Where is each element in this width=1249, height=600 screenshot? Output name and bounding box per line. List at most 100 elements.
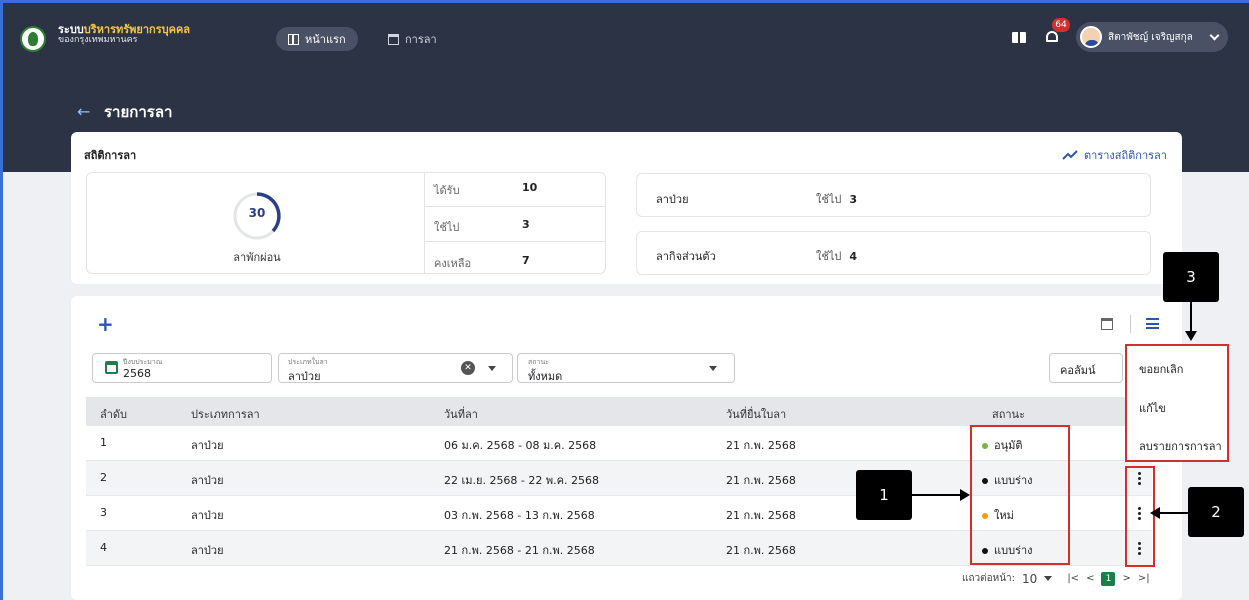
row-no: 2 xyxy=(100,471,107,484)
vacation-label: ลาพักผ่อน xyxy=(233,251,281,264)
sick-leave-name: ลาป่วย xyxy=(656,193,689,206)
status-highlight-box xyxy=(970,425,1070,565)
user-menu-button[interactable]: สิตาพัชญ์ เจริญสกุล xyxy=(1076,22,1228,52)
nav-leave-label: การลา xyxy=(405,33,437,46)
row-type: ลาป่วย xyxy=(191,474,224,487)
stats-link-label: ตารางสถิติการลา xyxy=(1084,149,1167,162)
rows-per-page-select[interactable]: 10 xyxy=(1022,572,1037,586)
arrow-3 xyxy=(1190,302,1192,332)
calendar-view-icon[interactable] xyxy=(1101,318,1113,330)
brand-highlight: บริหารทรัพยากรบุคคล xyxy=(83,23,191,36)
calendar-icon[interactable] xyxy=(105,361,118,374)
user-name: สิตาพัชญ์ เจริญสกุล xyxy=(1108,31,1193,43)
arrow-left-icon[interactable]: ← xyxy=(77,102,90,121)
nav-home-label: หน้าแรก xyxy=(305,33,346,46)
app-brand[interactable]: ระบบบริหารทรัพยากรบุคคล ของกรุงเทพมหานคร xyxy=(58,23,191,46)
divider xyxy=(1130,315,1131,333)
nav-leave-button[interactable]: การลา xyxy=(388,27,437,51)
add-leave-button[interactable]: + xyxy=(97,312,114,336)
vacation-days: 30 xyxy=(248,206,266,220)
received-value: 10 xyxy=(522,181,538,194)
calendar-icon xyxy=(388,33,399,45)
row-dates: 06 ม.ค. 2568 - 08 ม.ค. 2568 xyxy=(444,439,597,452)
remaining-value: 7 xyxy=(522,254,530,267)
arrow-3-head xyxy=(1185,331,1197,341)
row-type: ลาป่วย xyxy=(191,509,224,522)
prev-page-icon[interactable]: < xyxy=(1086,573,1094,584)
personal-used-label: ใช้ไป xyxy=(816,250,842,263)
col-dates: วันที่ลา xyxy=(444,408,478,421)
arrow-1 xyxy=(912,494,962,496)
rows-per-page-label: แถวต่อหน้า: xyxy=(962,573,1016,584)
last-page-icon[interactable]: >| xyxy=(1138,573,1150,584)
nav-home-button[interactable]: หน้าแรก xyxy=(276,27,358,51)
col-type: ประเภทการลา xyxy=(191,408,260,421)
col-status: สถานะ xyxy=(992,408,1025,421)
col-no: ลำดับ xyxy=(100,408,128,421)
divider xyxy=(424,172,425,274)
stats-table-link[interactable]: ตารางสถิติการลา xyxy=(1062,146,1167,164)
sick-used-value: 3 xyxy=(849,193,858,206)
list-view-icon[interactable] xyxy=(1146,318,1159,329)
row-action-menu: ขอยกเลิก แก้ไข ลบรายการการลา xyxy=(1125,344,1229,462)
window-edge xyxy=(0,0,1249,3)
callout-3: 3 xyxy=(1163,252,1219,302)
sick-leave-box xyxy=(636,173,1151,217)
brand-prefix: ระบบ xyxy=(58,23,84,36)
arrow-2 xyxy=(1160,512,1190,514)
clear-icon[interactable]: ✕ xyxy=(461,361,475,375)
row-type: ลาป่วย xyxy=(191,544,224,557)
col-submitted: วันที่ยื่นใบลา xyxy=(726,408,787,421)
row-no: 4 xyxy=(100,541,107,554)
bma-logo-icon[interactable] xyxy=(20,26,46,52)
row-submitted: 21 ก.พ. 2568 xyxy=(726,544,796,557)
trending-up-icon xyxy=(1062,150,1078,160)
page-title: รายการลา xyxy=(104,103,173,121)
row-dates: 22 เม.ย. 2568 - 22 พ.ค. 2568 xyxy=(444,474,599,487)
arrow-2-head xyxy=(1150,507,1160,519)
used-label: ใช้ไป xyxy=(434,221,460,234)
status-select[interactable]: สถานะ ทั้งหมด xyxy=(517,353,735,383)
row-submitted: 21 ก.พ. 2568 xyxy=(726,439,796,452)
chevron-down-icon xyxy=(1209,30,1220,40)
row-dates: 21 ก.พ. 2568 - 21 ก.พ. 2568 xyxy=(444,544,595,557)
fiscal-year-value: 2568 xyxy=(123,367,151,380)
personal-used-value: 4 xyxy=(849,250,858,263)
row-submitted: 21 ก.พ. 2568 xyxy=(726,474,796,487)
next-page-icon[interactable]: > xyxy=(1122,573,1130,584)
fiscal-year-field[interactable]: ปีงบประมาณ 2568 xyxy=(92,353,272,383)
personal-leave-name: ลากิจส่วนตัว xyxy=(656,250,716,263)
pagination: แถวต่อหน้า: 10 |< < 1 > >| xyxy=(962,571,1150,586)
current-page-button[interactable]: 1 xyxy=(1101,571,1116,586)
row-type: ลาป่วย xyxy=(191,439,224,452)
arrow-1-head xyxy=(960,489,970,501)
divider xyxy=(424,206,606,207)
caret-down-icon[interactable] xyxy=(709,366,717,371)
columns-label: คอลัมน์ xyxy=(1060,364,1096,377)
menu-item-edit[interactable]: แก้ไข xyxy=(1139,399,1166,417)
personal-leave-used: ใช้ไป 4 xyxy=(816,247,857,265)
divider xyxy=(424,241,606,242)
brand-subtitle: ของกรุงเทพมหานคร xyxy=(58,35,138,46)
callout-1: 1 xyxy=(856,470,912,520)
sick-leave-used: ใช้ไป 3 xyxy=(816,190,857,208)
row-dates: 03 ก.พ. 2568 - 13 ก.พ. 2568 xyxy=(444,509,595,522)
menu-item-delete[interactable]: ลบรายการการลา xyxy=(1139,437,1222,455)
row-no: 1 xyxy=(100,436,107,449)
menu-item-cancel-request[interactable]: ขอยกเลิก xyxy=(1139,360,1183,378)
first-page-icon[interactable]: |< xyxy=(1067,573,1079,584)
window-side-edge xyxy=(0,0,3,600)
remaining-label: คงเหลือ xyxy=(434,257,472,270)
book-icon[interactable] xyxy=(1012,32,1026,43)
row-submitted: 21 ก.พ. 2568 xyxy=(726,509,796,522)
leave-type-select[interactable]: ประเภทใบลา ลาป่วย xyxy=(278,353,513,383)
row-no: 3 xyxy=(100,506,107,519)
received-label: ได้รับ xyxy=(434,184,460,197)
caret-down-icon[interactable] xyxy=(1044,576,1053,581)
columns-button[interactable]: คอลัมน์ xyxy=(1049,353,1123,383)
caret-down-icon[interactable] xyxy=(488,366,496,371)
leave-type-value: ลาป่วย xyxy=(288,370,321,383)
grid-icon xyxy=(288,33,299,45)
sick-used-label: ใช้ไป xyxy=(816,193,842,206)
callout-2: 2 xyxy=(1188,487,1244,537)
